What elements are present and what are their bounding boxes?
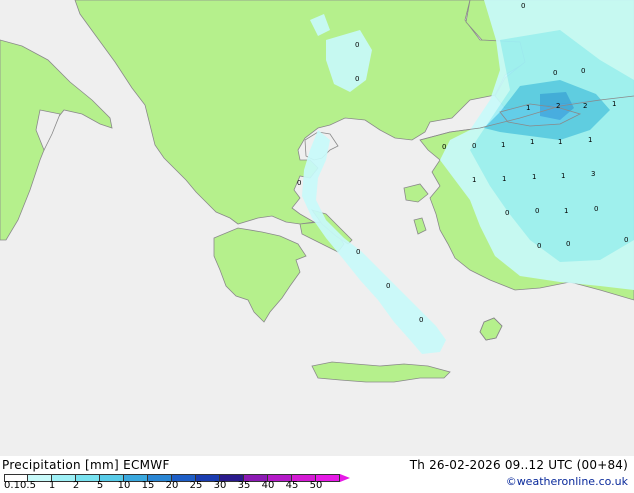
value-label: 0 xyxy=(624,236,628,244)
value-label: 0 xyxy=(442,143,446,151)
scale-arrow xyxy=(340,474,350,482)
value-label: 0 xyxy=(594,205,598,213)
scale-ticks: 0.1 0.5 1 2 5 10 15 20 25 30 35 40 45 50 xyxy=(0,481,340,493)
value-label: 1 xyxy=(530,138,534,146)
legend-bar: Precipitation [mm] ECMWF Th 26-02-2026 0… xyxy=(0,456,634,493)
value-label: 0 xyxy=(521,2,525,10)
value-label: 1 xyxy=(502,175,506,183)
value-label: 0 xyxy=(355,41,359,49)
value-label: 0 xyxy=(581,67,585,75)
value-label: 0 xyxy=(505,209,509,217)
value-label: 1 xyxy=(558,138,562,146)
precipitation-map: 0 0 0 0 0 0 0 0 0 0 0 0 0 0 0 0 0 1 1 1 … xyxy=(0,0,634,456)
value-label: 1 xyxy=(472,176,476,184)
value-label: 2 xyxy=(583,102,587,110)
map-canvas: 0 0 0 0 0 0 0 0 0 0 0 0 0 0 0 0 0 1 1 1 … xyxy=(0,0,634,456)
value-label: 0 xyxy=(297,179,301,187)
credit-link[interactable]: ©weatheronline.co.uk xyxy=(506,475,628,489)
value-label: 0 xyxy=(566,240,570,248)
value-label: 1 xyxy=(564,207,568,215)
legend-title: Precipitation [mm] ECMWF xyxy=(2,458,170,472)
value-label: 1 xyxy=(501,141,505,149)
value-label: 2 xyxy=(556,102,560,110)
value-label: 1 xyxy=(561,172,565,180)
value-label: 0 xyxy=(386,282,390,290)
value-label: 0 xyxy=(355,75,359,83)
value-label: 0 xyxy=(535,207,539,215)
value-label: 1 xyxy=(588,136,592,144)
value-label: 1 xyxy=(532,173,536,181)
value-label: 0 xyxy=(472,142,476,150)
value-label: 1 xyxy=(526,104,530,112)
value-label: 3 xyxy=(591,170,595,178)
value-label: 0 xyxy=(356,248,360,256)
value-label: 0 xyxy=(553,69,557,77)
valid-time: Th 26-02-2026 09..12 UTC (00+84) xyxy=(409,458,628,472)
value-label: 0 xyxy=(419,316,423,324)
value-label: 0 xyxy=(537,242,541,250)
value-label: 1 xyxy=(612,100,616,108)
